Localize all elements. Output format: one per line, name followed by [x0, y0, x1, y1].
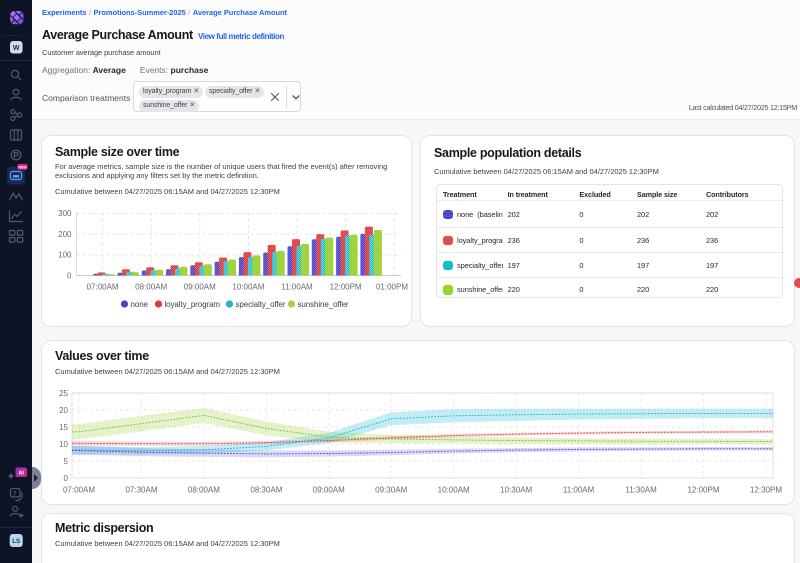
svg-text:25: 25 [59, 389, 68, 398]
svg-text:12:00PM: 12:00PM [687, 486, 719, 495]
svg-text:08:00AM: 08:00AM [188, 486, 220, 495]
svg-text:5: 5 [64, 457, 69, 466]
svg-text:12:30PM: 12:30PM [750, 486, 782, 495]
svg-text:AI: AI [18, 471, 24, 477]
svg-text:08:00AM: 08:00AM [135, 283, 167, 292]
svg-text:07:00AM: 07:00AM [63, 486, 95, 495]
svg-text:09:30AM: 09:30AM [375, 486, 407, 495]
svg-text:10:30AM: 10:30AM [500, 486, 532, 495]
svg-text:01:00PM: 01:00PM [376, 283, 408, 292]
svg-text:15: 15 [59, 423, 68, 432]
svg-text:09:00AM: 09:00AM [313, 486, 345, 495]
svg-text:0: 0 [64, 474, 69, 483]
svg-text:09:00AM: 09:00AM [184, 283, 216, 292]
svg-text:0: 0 [67, 271, 72, 280]
svg-text:11:00AM: 11:00AM [281, 283, 313, 292]
svg-text:07:30AM: 07:30AM [125, 486, 157, 495]
svg-text:W: W [13, 45, 20, 52]
svg-text:sunshine_offer: sunshine_offer [298, 300, 349, 309]
svg-text:07:00AM: 07:00AM [87, 283, 119, 292]
svg-text:10:00AM: 10:00AM [232, 283, 264, 292]
svg-text:300: 300 [58, 209, 72, 218]
svg-text:200: 200 [58, 230, 72, 239]
svg-text:loyalty_program: loyalty_program [165, 300, 221, 309]
svg-text:?: ? [13, 491, 17, 497]
svg-text:08:30AM: 08:30AM [250, 486, 282, 495]
svg-text:100: 100 [58, 251, 72, 260]
svg-text:10:00AM: 10:00AM [438, 486, 470, 495]
svg-text:11:30AM: 11:30AM [625, 486, 657, 495]
svg-text:none: none [131, 300, 149, 309]
svg-text:10: 10 [59, 440, 68, 449]
svg-text:20: 20 [59, 406, 68, 415]
svg-text:NEW: NEW [18, 165, 27, 169]
svg-text:12:00PM: 12:00PM [330, 283, 362, 292]
svg-text:11:00AM: 11:00AM [563, 486, 595, 495]
svg-text:specialty_offer: specialty_offer [236, 300, 286, 309]
svg-text:LS: LS [12, 538, 20, 545]
